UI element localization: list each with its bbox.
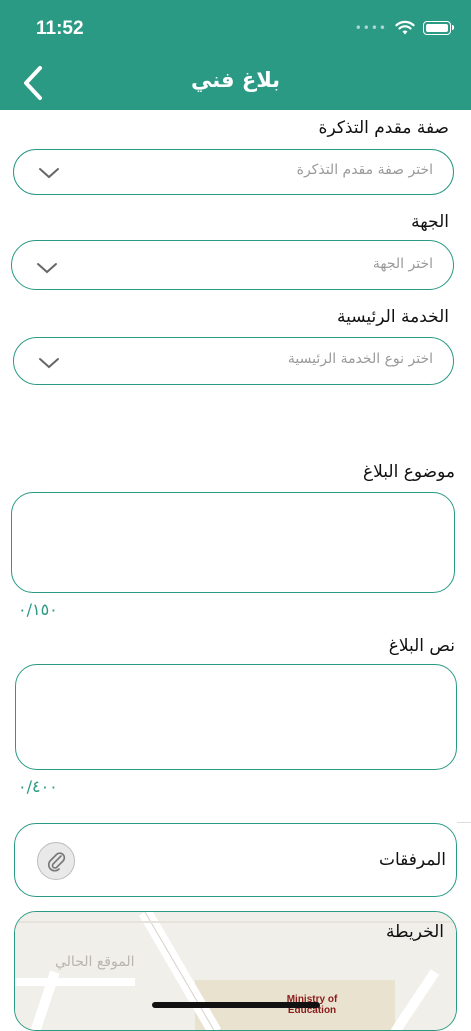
applicant-type-label: صفة مقدم التذكرة	[318, 118, 449, 138]
main-service-select[interactable]: اختر نوع الخدمة الرئيسية	[13, 337, 454, 385]
current-location-button[interactable]: الموقع الحالي	[55, 954, 134, 970]
page-title: بلاغ فني	[190, 68, 281, 92]
divider	[457, 822, 471, 823]
body-input[interactable]	[15, 664, 457, 770]
signal-icon: ••••	[354, 21, 387, 35]
attachments-label: المرفقات	[378, 850, 446, 870]
subject-input[interactable]	[11, 492, 455, 593]
body-counter: ٠/٤٠٠	[18, 777, 58, 796]
battery-icon	[423, 21, 454, 35]
entity-label: الجهة	[411, 212, 449, 232]
subject-counter: ٠/١٥٠	[18, 600, 58, 619]
chevron-down-icon	[39, 358, 59, 369]
chevron-down-icon	[37, 263, 57, 274]
map-label: الخريطة	[385, 922, 444, 942]
main-service-placeholder: اختر نوع الخدمة الرئيسية	[287, 351, 433, 367]
entity-select[interactable]: اختر الجهة	[11, 240, 454, 290]
app-header: 11:52 •••• بلاغ فني	[0, 0, 471, 110]
main-service-label: الخدمة الرئيسية	[337, 307, 449, 327]
applicant-type-select[interactable]: اختر صفة مقدم التذكرة	[13, 149, 454, 195]
paperclip-icon[interactable]	[37, 842, 75, 880]
body-label: نص البلاغ	[388, 636, 455, 656]
entity-placeholder: اختر الجهة	[372, 256, 433, 272]
wifi-icon	[395, 20, 415, 35]
applicant-type-placeholder: اختر صفة مقدم التذكرة	[296, 162, 433, 178]
subject-label: موضوع البلاغ	[363, 462, 455, 482]
home-indicator	[152, 1002, 320, 1008]
status-time: 11:52	[36, 18, 84, 39]
status-icons: ••••	[354, 20, 454, 36]
chevron-down-icon	[39, 168, 59, 179]
attachments-field[interactable]: المرفقات	[14, 823, 457, 897]
map-view[interactable]: الخريطة الموقع الحالي Ministry of Educat…	[14, 911, 457, 1031]
